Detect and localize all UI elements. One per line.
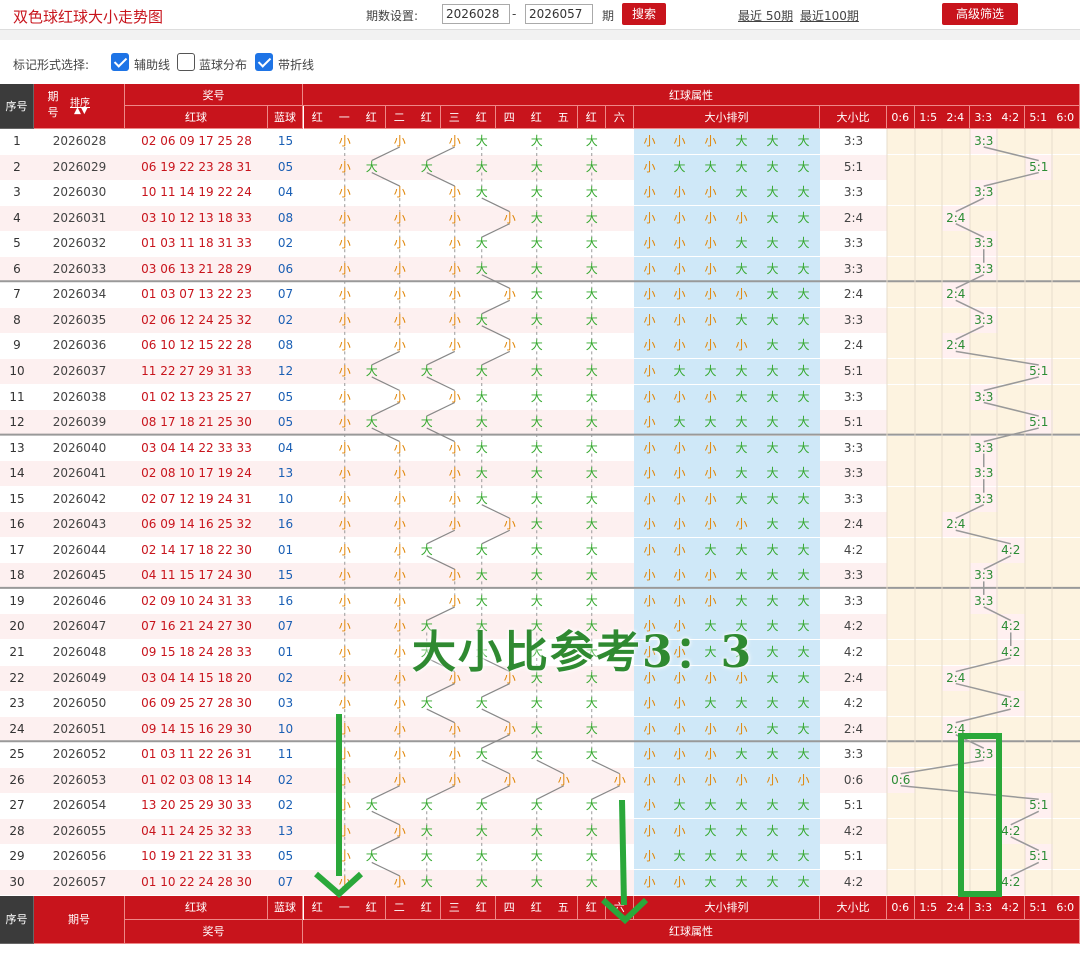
arrow-shaft-right [619,799,627,906]
highlight-box [958,733,1002,897]
annotation-marks [314,714,1002,925]
arrow-head-left [314,871,364,899]
